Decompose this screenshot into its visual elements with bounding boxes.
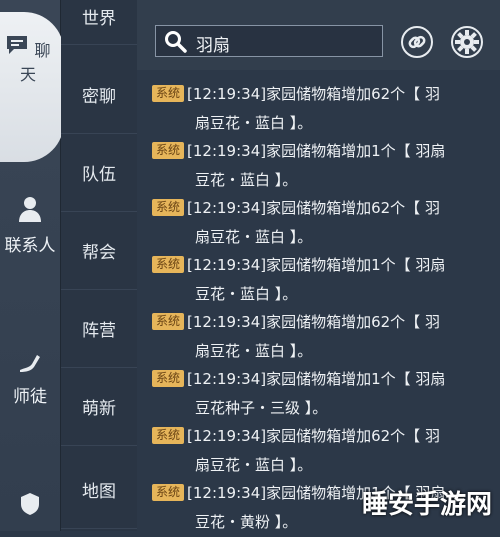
rail-item-chat[interactable]: 聊天 xyxy=(0,12,64,162)
rail-item-guild[interactable] xyxy=(0,492,60,520)
channel-private[interactable]: 密聊 xyxy=(61,55,137,134)
system-tag: 系统 xyxy=(152,256,185,273)
channel-world[interactable]: 世界 xyxy=(61,0,137,45)
message-list: 系统 [12:19:34]家园储物箱增加62个【 羽 扇豆花・蓝白 】。 系统 [1… xyxy=(137,78,500,531)
message-line1: [12:19:34]家园储物箱增加1个【 羽扇 xyxy=(187,256,446,274)
message-line1: [12:19:34]家园储物箱增加1个【 羽扇 xyxy=(187,370,446,388)
watermark: 睡安手游网 xyxy=(361,490,492,520)
channel-map[interactable]: 地图 xyxy=(61,450,137,529)
system-tag: 系统 xyxy=(152,370,185,387)
message-line1: [12:19:34]家园储物箱增加62个【 羽 xyxy=(187,313,440,331)
rail-item-contacts[interactable]: 联系人 xyxy=(0,195,60,256)
search-field[interactable]: 羽扇 xyxy=(155,25,383,57)
system-tag: 系统 xyxy=(152,199,185,216)
rail-item-mentor[interactable]: 师徒 xyxy=(0,350,60,407)
system-tag: 系统 xyxy=(152,427,185,444)
message-item: 系统 [12:19:34]家园储物箱增加62个【 羽 扇豆花・蓝白 】。 xyxy=(152,308,482,366)
search-input[interactable]: 羽扇 xyxy=(196,31,230,56)
system-tag: 系统 xyxy=(152,484,185,501)
message-line1: [12:19:34]家园储物箱增加1个【 羽扇 xyxy=(187,142,446,160)
message-item: 系统 [12:19:34]家园储物箱增加62个【 羽 扇豆花・蓝白 】。 xyxy=(152,422,482,480)
settings-button[interactable] xyxy=(450,25,484,59)
gear-icon xyxy=(451,26,483,58)
channel-camp[interactable]: 阵营 xyxy=(61,289,137,368)
channel-guild[interactable]: 帮会 xyxy=(61,211,137,290)
system-tag: 系统 xyxy=(152,85,185,102)
system-tag: 系统 xyxy=(152,142,185,159)
chat-icon xyxy=(7,36,28,54)
message-line2: 扇豆花・蓝白 】。 xyxy=(195,228,313,246)
message-item: 系统 [12:19:34]家园储物箱增加1个【 羽扇 豆花・蓝白 】。 xyxy=(152,251,482,309)
link-icon xyxy=(401,26,433,58)
message-line2: 豆花种子・三级 】。 xyxy=(195,399,328,417)
link-button[interactable] xyxy=(400,25,434,59)
message-item: 系统 [12:19:34]家园储物箱增加1个【 羽扇 豆花・蓝白 】。 xyxy=(152,137,482,195)
contact-icon xyxy=(19,197,41,222)
search-icon xyxy=(165,31,187,53)
mentor-icon xyxy=(20,355,40,372)
message-item: 系统 [12:19:34]家园储物箱增加62个【 羽 扇豆花・蓝白 】。 xyxy=(152,194,482,252)
message-line1: [12:19:34]家园储物箱增加62个【 羽 xyxy=(187,85,440,103)
channel-team[interactable]: 队伍 xyxy=(61,133,137,212)
message-line2: 扇豆花・蓝白 】。 xyxy=(195,342,313,360)
message-line2: 扇豆花・蓝白 】。 xyxy=(195,456,313,474)
channel-list: 世界 密聊 队伍 帮会 阵营 萌新 地图 xyxy=(61,0,137,531)
message-line2: 豆花・蓝白 】。 xyxy=(195,171,298,189)
channel-newbie[interactable]: 萌新 xyxy=(61,367,137,446)
nav-rail: 聊天 联系人 师徒 xyxy=(0,0,64,531)
message-line1: [12:19:34]家园储物箱增加62个【 羽 xyxy=(187,199,440,217)
message-line2: 豆花・蓝白 】。 xyxy=(195,285,298,303)
message-line2: 扇豆花・蓝白 】。 xyxy=(195,114,313,132)
rail-label-mentor: 师徒 xyxy=(13,387,47,407)
shield-icon xyxy=(21,493,39,515)
message-item: 系统 [12:19:34]家园储物箱增加1个【 羽扇 豆花种子・三级 】。 xyxy=(152,365,482,423)
rail-label-contacts: 联系人 xyxy=(4,236,56,256)
message-item: 系统 [12:19:34]家园储物箱增加62个【 羽 扇豆花・蓝白 】。 xyxy=(152,80,482,138)
message-line1: [12:19:34]家园储物箱增加62个【 羽 xyxy=(187,427,440,445)
system-tag: 系统 xyxy=(152,313,185,330)
